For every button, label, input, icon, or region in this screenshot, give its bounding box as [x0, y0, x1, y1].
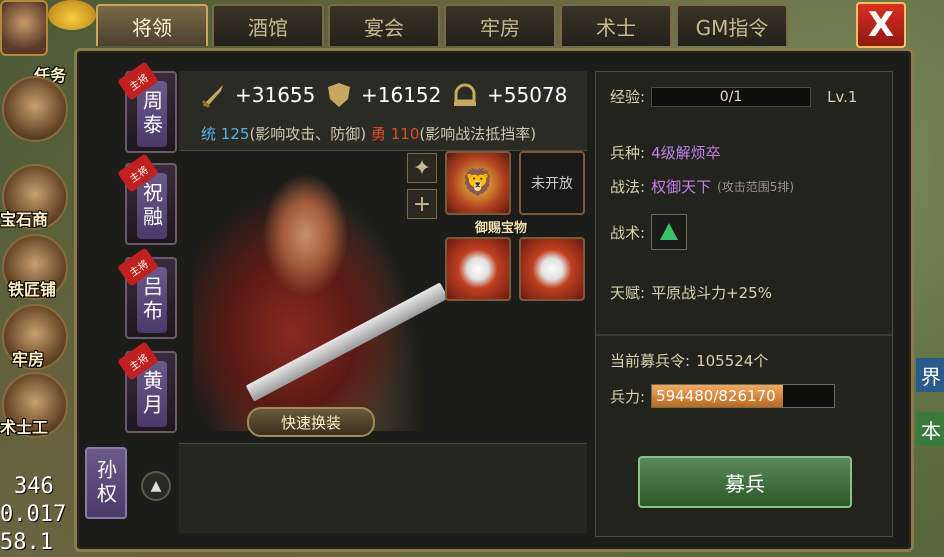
bravery-value: 110 — [390, 125, 420, 143]
attribute-line: 统 125(影响攻击、防御) 勇 110(影响战法抵挡率) — [201, 123, 536, 144]
scroll-up-icon[interactable]: ▲ — [141, 471, 171, 501]
tab-tavern[interactable]: 酒馆 — [212, 4, 324, 46]
locked-slot[interactable]: 未开放 — [519, 151, 585, 215]
general-card[interactable]: 黄月 主将 — [117, 341, 177, 433]
troops-row: 兵力: 594480/826170 — [610, 384, 836, 408]
treasure-slot[interactable]: 🦁 — [445, 151, 511, 215]
general-card[interactable]: 吕布 主将 — [117, 247, 177, 339]
experience-label: 经验: — [610, 88, 646, 106]
helmet-icon — [454, 83, 476, 106]
generals-panel: 周泰 主将 祝融 主将 吕布 主将 黄月 主将 孙权 ▲ +31655 +161… — [74, 48, 914, 552]
shield-icon — [328, 83, 350, 107]
skill-label: 战术: — [610, 223, 646, 242]
talent-value: 平原战斗力+25% — [651, 284, 772, 302]
general-stats: +31655 +16152 +55078 统 125(影响攻击、防御) 勇 11… — [179, 71, 587, 151]
general-card[interactable]: 祝融 主将 — [117, 153, 177, 245]
resource-number: 346 — [14, 474, 54, 499]
gem-slot[interactable] — [519, 237, 585, 301]
bottom-strip — [179, 443, 587, 533]
troops-bar: 594480/826170 — [651, 384, 836, 408]
troop-type-row: 兵种: 4级解烦卒 — [610, 142, 721, 163]
general-card[interactable]: 周泰 主将 — [117, 61, 177, 153]
edge-button[interactable]: 本 — [916, 412, 944, 446]
tactic-value[interactable]: 权御天下 — [651, 176, 711, 197]
leadership-value: 125 — [220, 125, 250, 143]
tactic-note: (攻击范围5排) — [717, 180, 795, 194]
bravery-label: 勇 — [370, 125, 386, 143]
tab-warlock[interactable]: 术士 — [560, 4, 672, 46]
defense-stat: +16152 — [325, 81, 441, 109]
power-stat: +55078 — [451, 81, 567, 109]
troops-label: 兵力: — [610, 387, 646, 406]
tactic-skill-icon[interactable] — [651, 214, 688, 250]
medal-slot-icon[interactable]: ✦ — [407, 153, 437, 183]
quick-equip-button[interactable]: 快速换装 — [247, 407, 375, 437]
tab-prison[interactable]: 牢房 — [444, 4, 556, 46]
section-divider — [596, 334, 892, 336]
tab-generals[interactable]: 将领 — [96, 4, 208, 46]
troop-type-value[interactable]: 4级解烦卒 — [651, 142, 721, 163]
resource-number: 58.1 — [0, 530, 53, 555]
attack-value: +31655 — [235, 83, 316, 107]
tactic-label: 战法: — [610, 178, 646, 196]
edge-button[interactable]: 界 — [916, 358, 944, 392]
tab-bar: 将领 酒馆 宴会 牢房 术士 GM指令 — [96, 4, 788, 48]
tactic-row: 战法: 权御天下 (攻击范围5排) — [610, 176, 794, 197]
talent-row: 天赋: 平原战斗力+25% — [610, 282, 772, 303]
defense-value: +16152 — [361, 83, 442, 107]
recruit-token-label: 当前募兵令: — [610, 352, 691, 370]
leadership-label: 统 — [201, 125, 217, 143]
level-label: Lv.1 — [827, 87, 858, 106]
add-slot-icon[interactable]: + — [407, 189, 437, 219]
recruit-token-row: 当前募兵令: 105524个 — [610, 350, 768, 371]
leadership-note: (影响攻击、防御) — [249, 125, 367, 143]
recruit-button[interactable]: 募兵 — [638, 456, 852, 508]
attack-stat: +31655 — [199, 81, 315, 109]
current-general-card[interactable]: 孙权 — [85, 447, 127, 519]
triangle-icon — [660, 223, 679, 240]
lion-treasure-icon: 🦁 — [461, 168, 495, 198]
skill-row: 战术: — [610, 214, 688, 250]
general-portrait — [193, 151, 443, 431]
gold-icon[interactable] — [48, 0, 96, 30]
experience-bar: 0/1 — [651, 86, 812, 107]
sword-icon — [201, 85, 223, 109]
troop-type-label: 兵种: — [610, 144, 646, 162]
tab-gm-command[interactable]: GM指令 — [676, 4, 788, 46]
bravery-note: (影响战法抵挡率) — [419, 125, 537, 143]
close-button[interactable]: X — [856, 2, 906, 48]
player-avatar[interactable] — [0, 0, 48, 56]
task-building-icon[interactable] — [2, 76, 68, 142]
resource-number: 0.017 — [0, 502, 67, 527]
troops-value: 594480/826170 — [656, 387, 776, 405]
power-value: +55078 — [487, 83, 568, 107]
experience-row: 经验: 0/1 Lv.1 — [610, 86, 857, 107]
gem-slot[interactable] — [445, 237, 511, 301]
general-info-panel: 经验: 0/1 Lv.1 兵种: 4级解烦卒 战法: 权御天下 (攻击范围5排)… — [595, 71, 893, 537]
tab-banquet[interactable]: 宴会 — [328, 4, 440, 46]
talent-label: 天赋: — [610, 284, 646, 302]
imperial-treasure-label: 御赐宝物 — [475, 221, 528, 236]
recruit-token-value: 105524个 — [696, 352, 769, 370]
